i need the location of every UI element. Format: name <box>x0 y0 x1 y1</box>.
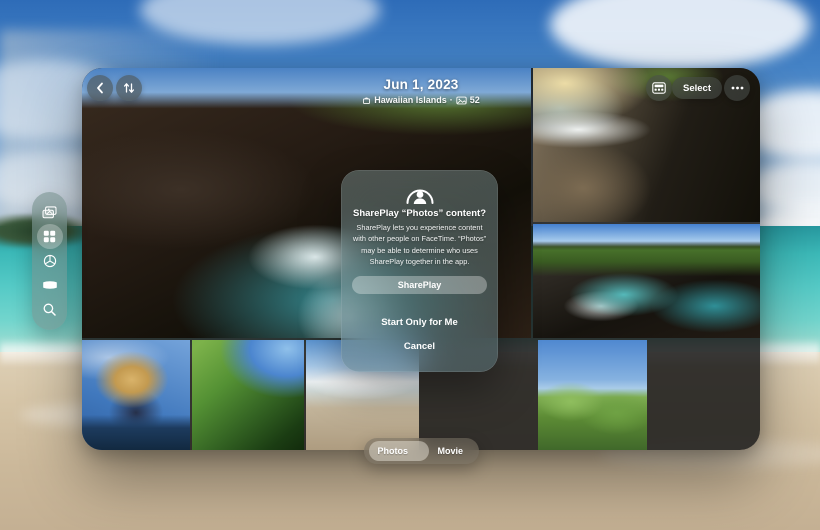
select-button[interactable]: Select <box>672 77 722 99</box>
photo-tile-green-ridge[interactable] <box>192 340 304 450</box>
photos-stack-icon <box>42 206 57 219</box>
photo-tile-black-sand-cove[interactable] <box>533 224 760 338</box>
ellipsis-icon <box>731 86 744 90</box>
panorama-icon <box>42 280 58 290</box>
spatial-sphere-icon <box>43 254 57 268</box>
back-button[interactable] <box>87 75 113 101</box>
sidebar-item-search[interactable] <box>37 298 63 322</box>
shareplay-icon <box>404 183 436 205</box>
search-icon <box>43 303 56 316</box>
photo-tile-woman-overlook[interactable] <box>82 340 190 450</box>
grid-view-icon <box>652 82 666 94</box>
photo-tile-sunset[interactable] <box>649 340 760 450</box>
cancel-button[interactable]: Cancel <box>341 341 498 352</box>
sort-arrows-icon <box>123 82 135 94</box>
shareplay-dialog: SharePlay “Photos” content? SharePlay le… <box>341 170 498 372</box>
sidebar-item-panoramas[interactable] <box>37 273 63 297</box>
dialog-body: SharePlay lets you experience content wi… <box>350 222 489 268</box>
sidebar-item-spatial[interactable] <box>37 249 63 273</box>
tab-photos[interactable]: Photos <box>364 446 422 456</box>
chevron-left-icon <box>95 82 105 94</box>
dialog-title: SharePlay “Photos” content? <box>349 208 490 219</box>
grid-view-button[interactable] <box>646 75 672 101</box>
albums-grid-icon <box>43 230 56 243</box>
photo-tile-cactus[interactable] <box>538 340 647 450</box>
start-only-for-me-button[interactable]: Start Only for Me <box>341 317 498 328</box>
sidebar-item-albums[interactable] <box>37 224 63 248</box>
more-button[interactable] <box>724 75 750 101</box>
select-button-label: Select <box>683 83 711 94</box>
sort-button[interactable] <box>116 75 142 101</box>
mode-switcher: Photos Movie <box>364 438 479 464</box>
photos-tab-sidebar <box>32 192 67 330</box>
tab-movie[interactable]: Movie <box>422 446 480 456</box>
sidebar-item-photos[interactable] <box>37 200 63 224</box>
shareplay-confirm-button[interactable]: SharePlay <box>352 276 487 294</box>
shareplay-confirm-label: SharePlay <box>398 280 442 290</box>
